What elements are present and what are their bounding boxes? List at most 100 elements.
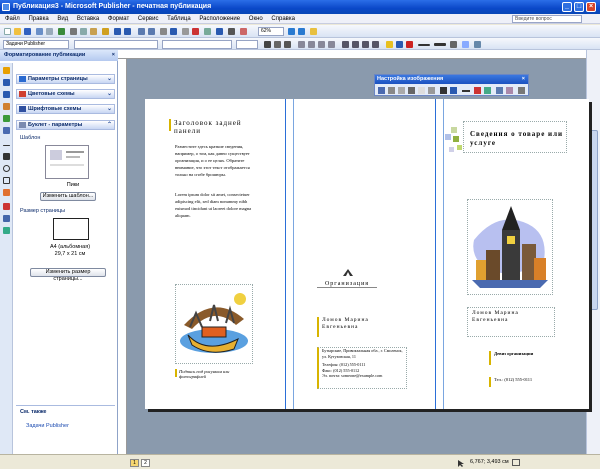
wordart-icon[interactable] (3, 103, 10, 110)
italic-icon[interactable] (274, 41, 281, 48)
columns-icon[interactable] (182, 28, 189, 35)
bring-forward-icon[interactable] (138, 28, 145, 35)
maximize-button[interactable]: □ (574, 2, 584, 12)
rotate-left-icon[interactable] (450, 87, 457, 94)
name-frame[interactable]: Ломов Марина Евгеньевна (467, 307, 555, 337)
menu-format[interactable]: Формат (108, 16, 129, 22)
new-icon[interactable] (4, 28, 11, 35)
clip-art-icon[interactable] (3, 127, 10, 134)
menu-file[interactable]: Файл (5, 16, 20, 22)
columns-layout-icon[interactable] (240, 28, 247, 35)
back-panel-body[interactable]: Разместите здесь краткие сведения, напри… (175, 143, 259, 178)
section-font-schemes[interactable]: Шрифтовые схемы ⌄ (16, 104, 115, 114)
design-gallery-icon[interactable] (3, 227, 10, 234)
city-clipart[interactable] (467, 199, 553, 295)
compress-icon[interactable] (474, 87, 481, 94)
align-right-icon[interactable] (318, 41, 325, 48)
less-contrast-icon[interactable] (408, 87, 415, 94)
text-box-icon[interactable] (3, 79, 10, 86)
bullets-icon[interactable] (352, 41, 359, 48)
scrollbar-thumb[interactable] (589, 130, 598, 310)
back-panel-body-latin[interactable]: Lorem ipsum dolor sit amet, consectetuer… (175, 191, 259, 219)
show-boundaries-icon[interactable] (204, 28, 211, 35)
section-brochure-options[interactable]: Буклет - параметры ⌃ (16, 120, 115, 130)
page-tab-1[interactable]: 1 (130, 459, 139, 467)
underline-icon[interactable] (284, 41, 291, 48)
close-button[interactable]: × (586, 2, 596, 12)
insert-picture-icon[interactable] (378, 87, 385, 94)
copy-icon[interactable] (80, 28, 87, 35)
minimize-button[interactable]: _ (562, 2, 572, 12)
decrease-indent-icon[interactable] (362, 41, 369, 48)
section-color-schemes[interactable]: Цветовые схемы ⌄ (16, 89, 115, 99)
cut-icon[interactable] (70, 28, 77, 35)
form-control-icon[interactable] (3, 215, 10, 222)
picture-toolbar-titlebar[interactable]: Настройка изображения × (375, 75, 528, 84)
menu-insert[interactable]: Вставка (77, 16, 99, 22)
arrow-style-icon[interactable] (450, 41, 457, 48)
caption-frame[interactable]: Подпись под рисунком или фотографией (175, 369, 257, 379)
zoom-in-icon[interactable] (288, 28, 295, 35)
organization-logo[interactable] (343, 269, 353, 276)
table-icon[interactable] (3, 91, 10, 98)
line-tool-icon[interactable] (3, 145, 10, 146)
rectangle-tool-icon[interactable] (3, 177, 10, 184)
page-size-thumbnail[interactable] (53, 218, 89, 240)
zoom-out-icon[interactable] (298, 28, 305, 35)
change-template-button[interactable]: Изменить шаблон... (40, 192, 96, 201)
increase-indent-icon[interactable] (372, 41, 379, 48)
boat-clipart[interactable] (175, 284, 253, 364)
font-select[interactable] (162, 40, 232, 49)
send-backward-icon[interactable] (148, 28, 155, 35)
organization-name[interactable]: Организация (317, 281, 377, 288)
picture-toolbar-close-icon[interactable]: × (522, 75, 525, 84)
contact-info-frame[interactable]: Бутырские, Привокзальная обл., г. Смолен… (317, 347, 407, 389)
more-brightness-icon[interactable] (418, 87, 425, 94)
less-brightness-icon[interactable] (428, 87, 435, 94)
picture-icon[interactable] (3, 115, 10, 122)
web-icon[interactable] (216, 28, 223, 35)
save-icon[interactable] (24, 28, 31, 35)
fill-color-icon[interactable] (386, 41, 393, 48)
template-thumbnail[interactable] (45, 145, 89, 179)
paste-icon[interactable] (90, 28, 97, 35)
menu-view[interactable]: Вид (57, 16, 68, 22)
insert-hyperlink-icon[interactable] (170, 28, 177, 35)
numbering-icon[interactable] (342, 41, 349, 48)
contact-name-frame[interactable]: Ломов Марина Евгеньевна (317, 317, 407, 337)
dash-style-icon[interactable] (434, 43, 446, 46)
menu-edit[interactable]: Правка (28, 16, 48, 22)
redo-icon[interactable] (124, 28, 131, 35)
horizontal-ruler[interactable] (118, 50, 600, 59)
select-pointer-icon[interactable] (3, 67, 10, 74)
task-pane-select[interactable]: Задачи Publisher (3, 40, 69, 49)
menu-table[interactable]: Таблица (167, 16, 191, 22)
menu-help[interactable]: Справка (271, 16, 295, 22)
rotate-icon[interactable] (160, 28, 167, 35)
menu-arrange[interactable]: Расположение (199, 16, 240, 22)
spelling-icon[interactable] (58, 28, 65, 35)
print-icon[interactable] (36, 28, 43, 35)
3d-style-icon[interactable] (474, 41, 481, 48)
phone-frame[interactable]: Тел.: (012) 555-0111 (489, 377, 551, 387)
product-title-frame[interactable]: Сведения о товаре или услуге (463, 121, 567, 153)
align-left-icon[interactable] (298, 41, 305, 48)
color-icon[interactable] (388, 87, 395, 94)
help-question-input[interactable]: Введите вопрос (512, 15, 582, 23)
arrow-tool-icon[interactable] (3, 153, 10, 160)
justify-icon[interactable] (328, 41, 335, 48)
font-size-select[interactable] (236, 40, 258, 49)
format-painter-icon[interactable] (102, 28, 109, 35)
task-pane-close-icon[interactable]: × (112, 50, 115, 61)
open-icon[interactable] (14, 28, 21, 35)
tagline-frame[interactable]: Девиз организации (489, 351, 551, 365)
format-picture-icon[interactable] (496, 87, 503, 94)
autoshapes-icon[interactable] (3, 189, 10, 196)
hot-spot-icon[interactable] (3, 203, 10, 210)
undo-icon[interactable] (114, 28, 121, 35)
back-panel-heading-frame[interactable]: Заголовок задней панели (169, 119, 261, 135)
crop-icon[interactable] (440, 87, 447, 94)
more-contrast-icon[interactable] (398, 87, 405, 94)
line-style-icon[interactable] (462, 90, 470, 92)
special-characters-icon[interactable] (192, 28, 199, 35)
